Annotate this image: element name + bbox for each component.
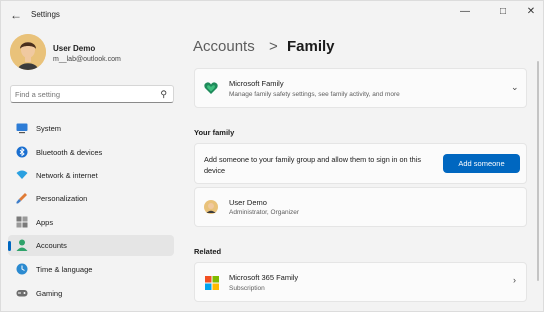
minimize-button[interactable]: — <box>453 3 477 19</box>
user-email: m__lab@outlook.com <box>53 56 121 63</box>
wifi-icon <box>16 170 28 179</box>
family-member-card[interactable]: User Demo Administrator, Organizer <box>194 187 527 227</box>
sidebar-item-label: Gaming <box>36 289 63 298</box>
monitor-icon <box>16 123 28 134</box>
search-box[interactable]: ⚲ <box>10 85 174 103</box>
arrow-left-icon: ← <box>10 8 22 22</box>
sidebar-item-label: Bluetooth & devices <box>36 148 103 157</box>
page-title: Family <box>287 38 335 55</box>
sidebar-item-gaming[interactable]: Gaming <box>8 283 174 304</box>
maximize-button[interactable]: □ <box>491 3 515 19</box>
sidebar-item-label: Apps <box>36 218 54 227</box>
sidebar-item-accounts[interactable]: Accounts <box>8 235 174 256</box>
user-avatar-icon <box>10 34 46 70</box>
sidebar-item-bluetooth[interactable]: Bluetooth & devices <box>8 142 174 163</box>
sidebar-item-label: System <box>36 124 62 133</box>
chevron-right-icon: > <box>269 38 278 55</box>
add-someone-button[interactable]: Add someone <box>443 154 520 173</box>
maximize-icon: □ <box>499 5 507 17</box>
search-input[interactable] <box>15 88 155 100</box>
bluetooth-icon <box>16 146 28 158</box>
app-title: Settings <box>31 10 60 19</box>
avatar[interactable] <box>10 34 46 70</box>
sidebar-item-network[interactable]: Network & internet <box>8 165 174 186</box>
scrollbar[interactable] <box>537 61 539 281</box>
title-bar: ← Settings — □ ✕ <box>1 1 544 31</box>
sidebar-item-label: Personalization <box>36 194 88 203</box>
sidebar-item-apps[interactable]: Apps <box>8 212 174 233</box>
member-name: User Demo <box>229 198 267 207</box>
chevron-down-icon[interactable]: ⌄ <box>511 82 519 93</box>
user-name: User Demo <box>53 44 96 53</box>
card-subtitle: Manage family safety settings, see famil… <box>229 91 400 98</box>
breadcrumb-parent[interactable]: Accounts <box>193 38 255 55</box>
your-family-heading: Your family <box>194 128 235 137</box>
member-role: Administrator, Organizer <box>229 209 300 216</box>
sidebar-item-label: Time & language <box>36 265 93 274</box>
settings-window: ← Settings — □ ✕ User Demo m__lab@outloo… <box>0 0 544 312</box>
microsoft-family-card[interactable]: Microsoft Family Manage family safety se… <box>194 68 527 108</box>
sidebar-item-label: Accounts <box>36 241 67 250</box>
add-family-description: Add someone to your family group and all… <box>204 155 422 175</box>
apps-icon <box>16 216 28 228</box>
close-button[interactable]: ✕ <box>519 3 543 19</box>
paintbrush-icon <box>16 193 27 204</box>
related-title: Microsoft 365 Family <box>229 273 299 282</box>
microsoft-logo-icon <box>205 276 219 290</box>
family-heart-icon <box>204 82 218 94</box>
sidebar-item-system[interactable]: System <box>8 118 174 139</box>
microsoft-365-family-card[interactable]: Microsoft 365 Family Subscription › <box>194 262 527 302</box>
active-indicator <box>8 241 11 251</box>
sidebar-item-label: Network & internet <box>36 171 98 180</box>
related-heading: Related <box>194 247 222 256</box>
minimize-icon: — <box>460 5 470 17</box>
chevron-right-icon: › <box>513 275 516 285</box>
member-avatar-icon <box>204 200 218 214</box>
sidebar-item-time-language[interactable]: Time & language <box>8 259 174 280</box>
sidebar-item-personalization[interactable]: Personalization <box>8 188 174 209</box>
card-title: Microsoft Family <box>229 79 284 88</box>
gamepad-icon <box>16 290 28 297</box>
related-subtitle: Subscription <box>229 285 265 292</box>
back-button[interactable]: ← <box>7 6 25 24</box>
search-icon[interactable]: ⚲ <box>160 89 167 100</box>
person-icon <box>16 239 28 251</box>
globe-clock-icon <box>16 263 28 275</box>
close-icon: ✕ <box>526 5 536 17</box>
